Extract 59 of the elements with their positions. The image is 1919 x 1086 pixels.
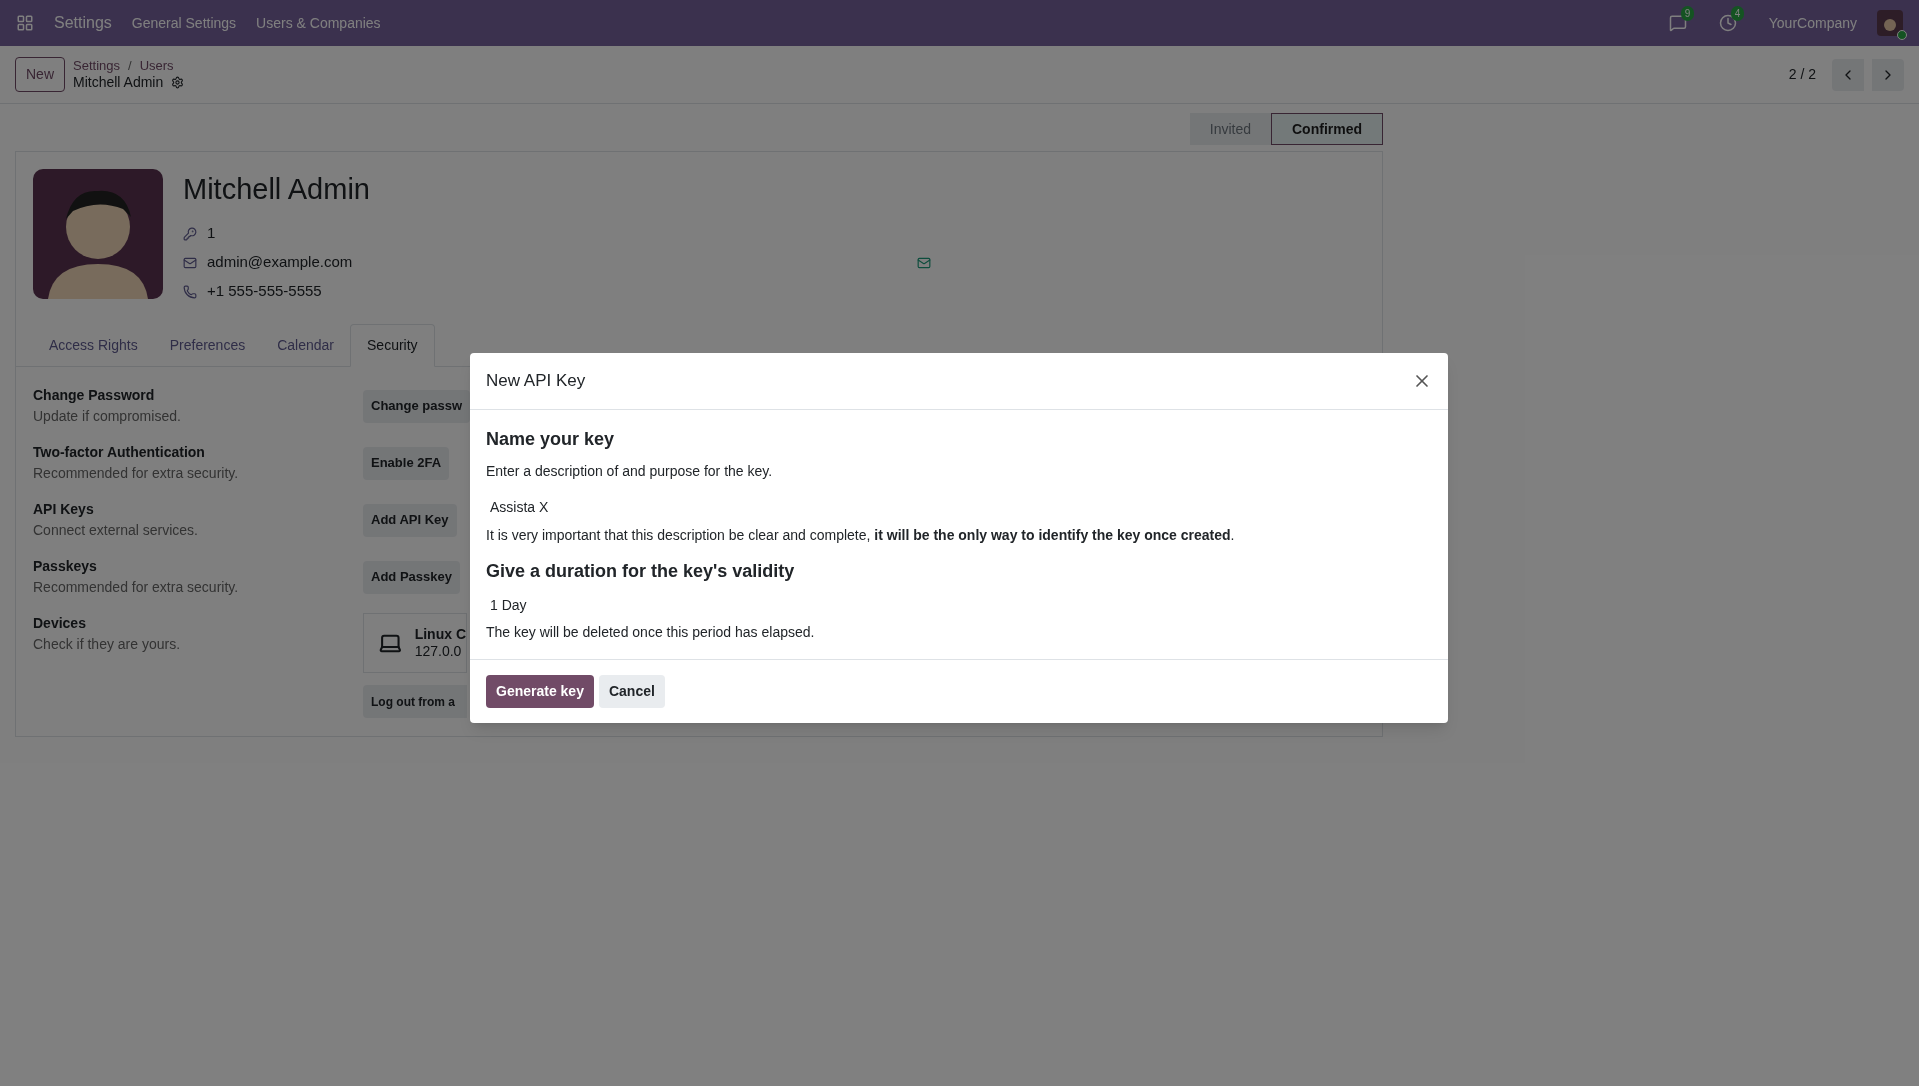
field-value: 1 xyxy=(207,223,216,244)
duration-select[interactable]: 1 Day xyxy=(486,593,886,618)
settings-icon[interactable] xyxy=(171,76,185,90)
section-description: Recommended for extra security. xyxy=(33,578,240,597)
email-icon xyxy=(183,255,197,270)
action-button[interactable]: Add Passkey xyxy=(363,560,460,594)
apps-menu-icon[interactable] xyxy=(16,14,34,32)
form-tab[interactable]: Calendar xyxy=(261,324,350,366)
pager-value: 2 / 2 xyxy=(1788,65,1816,84)
section-description: Connect external services. xyxy=(33,521,199,540)
new-button[interactable]: New xyxy=(15,57,65,92)
status-stage[interactable]: Invited xyxy=(1189,113,1271,145)
section-heading: Name your key xyxy=(486,428,616,451)
section-title: Two-factor Authentication xyxy=(33,443,206,462)
section-title: Passkeys xyxy=(33,557,98,576)
breadcrumb-link[interactable]: Users xyxy=(139,57,174,74)
send-mail-icon[interactable] xyxy=(917,255,932,270)
activities-count: 4 xyxy=(1730,6,1745,21)
device-address: 127.0.0 xyxy=(414,643,463,661)
action-button[interactable]: Enable 2FA xyxy=(363,446,450,480)
section-title: API Keys xyxy=(33,500,95,519)
logout-button[interactable]: Log out from a xyxy=(363,685,467,718)
messages-count: 9 xyxy=(1680,6,1695,21)
generate-key-button[interactable]: Generate key xyxy=(486,675,594,708)
cancel-button[interactable]: Cancel xyxy=(598,675,665,708)
dialog-title: New API Key xyxy=(486,370,586,393)
app-name[interactable]: Settings xyxy=(54,11,112,35)
form-tab[interactable]: Access Rights xyxy=(33,324,154,366)
section-title: Devices xyxy=(33,614,87,633)
user-name: Mitchell Admin xyxy=(183,172,371,207)
help-text: The key will be deleted once this period has elapsed. xyxy=(486,623,816,642)
status-stage[interactable]: Confirmed xyxy=(1271,113,1383,145)
section-description: Check if they are yours. xyxy=(33,635,182,654)
menu-item[interactable]: Users & Companies xyxy=(256,12,381,34)
breadcrumb-link[interactable]: Settings xyxy=(73,57,120,74)
help-text: Enter a description of and purpose for the key. xyxy=(486,462,774,481)
section-title: Change Password xyxy=(33,386,156,405)
messages-icon[interactable] xyxy=(1668,14,1687,32)
activities-icon[interactable] xyxy=(1718,14,1737,32)
breadcrumb-separator: / xyxy=(128,57,132,74)
device-name: Linux C xyxy=(414,625,466,643)
action-button[interactable]: Add API Key xyxy=(363,503,457,537)
warning-text: It is very important that this description be clear and complete, it will be the only way to identify the key once created. xyxy=(486,526,1236,545)
menu-item[interactable]: General Settings xyxy=(131,12,237,34)
next-button[interactable] xyxy=(1872,58,1904,91)
key-icon xyxy=(183,226,197,241)
section-heading: Give a duration for the key's validity xyxy=(486,560,796,583)
action-button[interactable]: Change passw xyxy=(363,389,471,423)
form-tab[interactable]: Security xyxy=(350,324,435,367)
form-tab[interactable]: Preferences xyxy=(153,324,262,366)
section-description: Update if compromised. xyxy=(33,407,182,426)
field-value: +1 555-555-5555 xyxy=(207,281,322,302)
section-description: Recommended for extra security. xyxy=(33,464,240,483)
company-name[interactable]: YourCompany xyxy=(1768,12,1857,34)
phone-icon xyxy=(183,284,197,299)
field-value: admin@example.com xyxy=(207,252,353,273)
previous-button[interactable] xyxy=(1832,58,1864,91)
record-title: Mitchell Admin xyxy=(73,73,164,92)
key-name-field[interactable]: Assista X xyxy=(486,494,886,521)
